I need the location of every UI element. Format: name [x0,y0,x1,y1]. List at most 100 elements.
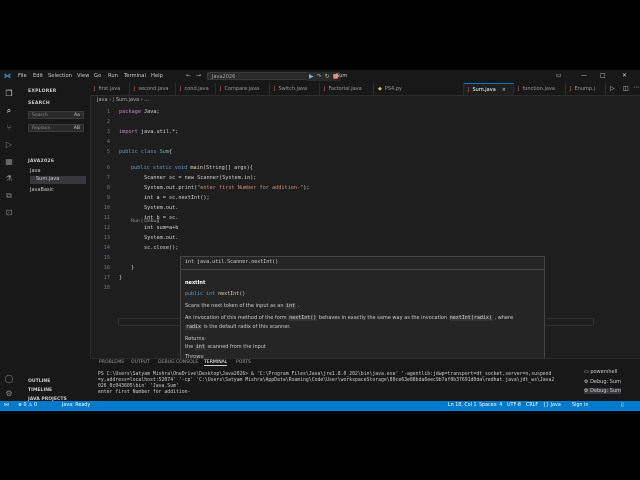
tree-item-javabasic[interactable]: JavaBasic [30,187,54,193]
menu-view[interactable]: View [77,73,89,79]
tab-second-java[interactable]: Jsecond.java [130,83,176,95]
tree-item-sum-java[interactable]: Sum.java [30,176,86,184]
extensions-icon[interactable]: ▦ [4,157,14,167]
tab-cond-java[interactable]: Jcond.java [176,83,216,95]
panel-tab-terminal[interactable]: TERMINAL [204,360,228,366]
code-line-12: int sum=a+b [144,225,179,231]
workspace-folder[interactable]: JAVA2026 [28,159,54,164]
tab-label: Factorial.java [328,86,362,92]
panel-tab-ports[interactable]: PORTS [236,360,251,365]
notifications-bell-icon[interactable]: ♫ [620,403,624,408]
timeline-section[interactable]: TIMELINE [28,388,52,393]
outline-section[interactable]: OUTLINE [28,379,50,384]
remote-indicator-icon[interactable]: ⋈ [4,403,9,408]
code-line-13: System.out. [144,235,179,241]
code-line-10: System.out. [144,205,179,211]
menu-selection[interactable]: Selection [48,73,72,79]
line-number: 9 [106,195,110,201]
breadcrumb-file[interactable]: Sum.java [116,97,139,103]
class-name: Sum [156,149,169,155]
panel-tab-debug-console[interactable]: DEBUG CONSOLE [158,360,198,365]
run-debug-codelens[interactable]: Run | Debug [131,219,159,224]
language-mode[interactable]: {} Java [543,403,561,408]
tab-factorial-java[interactable]: J Factorial.java [320,83,374,95]
restart-icon[interactable]: ↻ [325,73,330,80]
panel-tab-problems[interactable]: PROBLEMS [99,360,124,365]
tab-label: Sum.java [472,87,496,93]
problems-count[interactable]: ⊗ 0 ⚠ 0 [18,403,37,408]
menu-run[interactable]: Run [108,73,118,79]
string-literal: "enter first Number for addition-" [197,185,304,191]
tab-switch-java[interactable]: J Switch.java [270,83,320,95]
java-status[interactable]: Java: Ready [62,403,90,408]
search-placeholder: Search [32,113,48,118]
remote-explorer-icon[interactable]: ⊡ [4,208,14,218]
source-control-icon[interactable]: ⑂ [4,123,14,133]
step-over-icon[interactable]: ↷ [317,73,322,80]
replace-input[interactable]: Replace AB [28,124,84,132]
hover-title: nextInt [185,280,206,286]
sign-in[interactable]: Sign in [572,403,588,408]
cursor-position[interactable]: Ln 18, Col 1 [448,403,477,408]
panel-tab-output[interactable]: OUTPUT [131,360,150,365]
match-case-toggle[interactable]: Aa [74,112,80,119]
preserve-case-toggle[interactable]: AB [74,125,80,132]
line-number: 14 [103,245,110,251]
menu-go[interactable]: Go [94,73,101,79]
search-title: SEARCH [28,101,50,106]
run-button-icon[interactable]: ▷ [610,85,615,92]
run-debug-icon[interactable]: ▷ [4,140,14,150]
debug-config-name[interactable]: Sum [336,73,347,79]
code-line-1: package Java; [119,109,160,115]
tab-enump-java[interactable]: J Enump.j [566,83,606,95]
tab-function-java[interactable]: Jfunction.java [514,83,566,95]
encoding[interactable]: UTF-8 [507,403,521,408]
terminal-instance-debug-sum-2[interactable]: ⚙ Debug: Sum [584,388,622,394]
forward-arrow-icon[interactable]: → [196,72,201,79]
line-number: 8 [106,185,110,191]
tab-compare-java[interactable]: J Compare.java [216,83,270,95]
menu-edit[interactable]: Edit [33,73,43,79]
keyword: public static void [131,165,188,171]
hover-text: behaves in exactly the same way as the i… [318,315,448,321]
more-actions-icon[interactable]: ⋯ [633,84,639,91]
indentation[interactable]: Spaces: 4 [479,403,502,408]
terminal-output[interactable]: PS C:\Users\Satyam Mishra\OneDrive\Deskt… [98,372,578,396]
tab-sum-java[interactable]: J Sum.java × [464,83,514,95]
continue-icon[interactable]: ▶ [309,73,314,80]
inline-code: radix [185,324,203,330]
python-icon[interactable]: ⧉ [4,191,14,201]
menu-terminal[interactable]: Terminal [124,73,146,79]
java-file-icon: J [112,97,115,103]
line-ending[interactable]: CRLF [526,403,538,408]
hover-divider [181,269,544,270]
inline-code: int [194,344,206,350]
code-line-9: int a = sc.nextInt(); [144,195,210,201]
breadcrumb-symbol[interactable]: ... [144,97,149,103]
explorer-icon[interactable]: ❐ [4,89,14,99]
terminal-instance-debug-sum-1[interactable]: ⚙ Debug: Sum [584,379,621,385]
tab-first-java[interactable]: Jfirst.java [90,83,130,95]
close-icon[interactable]: ✕ [622,72,627,79]
tab-ps4-py[interactable]: ◆ PS4.py [374,83,464,95]
settings-gear-icon[interactable]: ⚙ [4,389,14,399]
hover-text: An invocation of this method of the form [185,315,287,321]
tree-item-java[interactable]: Java [30,168,41,174]
layout-icon[interactable]: ▭ [556,72,562,79]
terminal-instance-powershell[interactable]: ▭ powershell [584,369,617,375]
maximize-icon[interactable]: □ [600,72,606,79]
search-input[interactable]: Search Aa [28,111,84,119]
split-editor-icon[interactable]: ◫ [623,85,629,92]
search-icon[interactable]: ⌕ [4,106,14,116]
breadcrumb-folder[interactable]: Java [97,97,108,103]
menu-file[interactable]: File [18,73,27,79]
back-arrow-icon[interactable]: ← [186,72,191,79]
tab-close-icon[interactable]: × [502,87,506,93]
line-number: 15 [103,255,110,261]
code-line-7: Scanner sc = new Scanner(System.in); [144,175,257,181]
menu-help[interactable]: Help [151,73,163,79]
minimize-icon[interactable]: — [581,72,587,79]
account-icon[interactable]: ◯ [4,374,14,384]
testing-icon[interactable]: ⚗ [4,174,14,184]
code-text: { [168,149,173,155]
